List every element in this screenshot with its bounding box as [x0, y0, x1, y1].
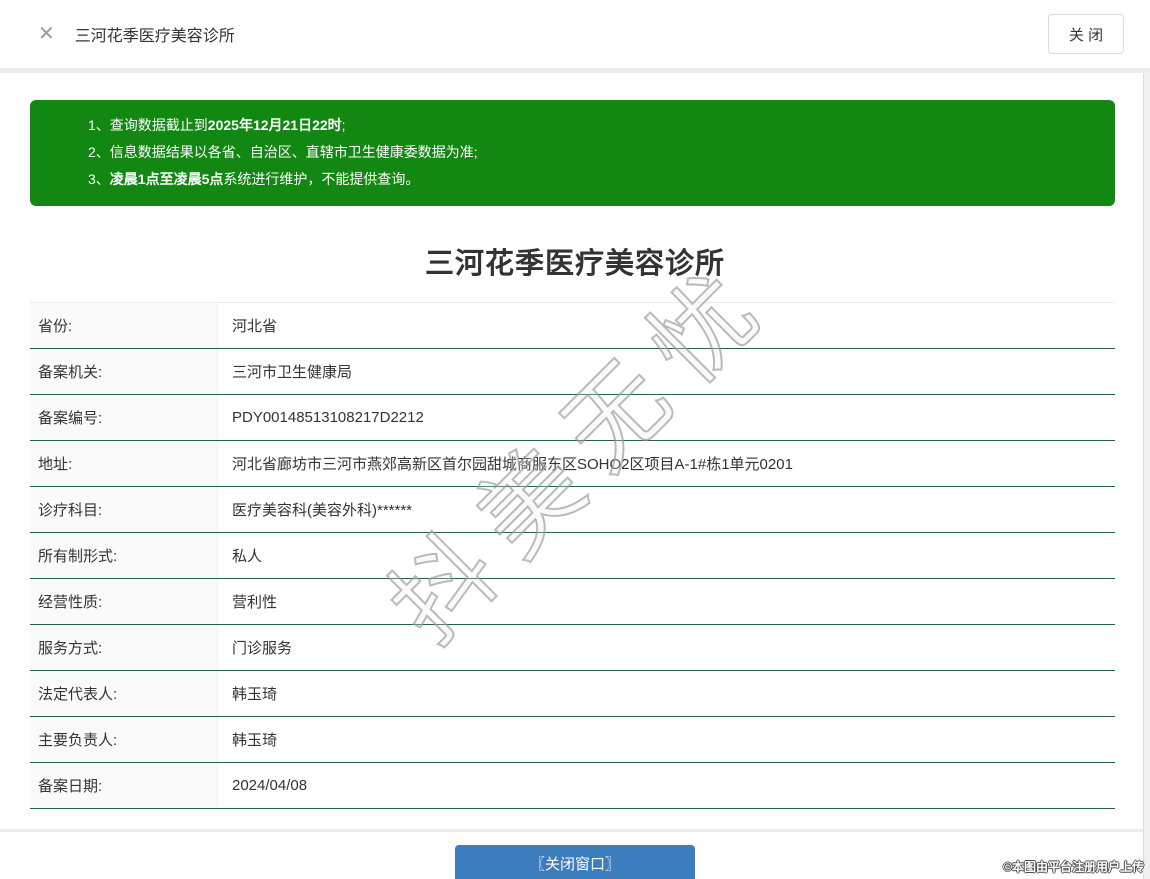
notice-text: 2、信息数据结果以各省、自治区、直辖市卫生健康委数据为准;	[88, 144, 478, 160]
row-label: 地址:	[30, 441, 218, 486]
notice-line-1: 1、查询数据截止到2025年12月21日22时;	[30, 112, 1115, 139]
row-value: 韩玉琦	[232, 732, 278, 749]
page-title: 三河花季医疗美容诊所	[424, 248, 725, 280]
table-row: 备案机关: 三河市卫生健康局	[30, 349, 1115, 395]
header-divider	[0, 68, 1150, 73]
row-value: 门诊服务	[232, 640, 293, 657]
row-value: 营利性	[232, 594, 278, 611]
table-row: 法定代表人: 韩玉琦	[30, 671, 1115, 717]
notice-line-2: 2、信息数据结果以各省、自治区、直辖市卫生健康委数据为准;	[30, 139, 1115, 166]
row-label: 经营性质:	[30, 579, 218, 624]
close-button[interactable]: 关 闭	[1048, 14, 1124, 54]
row-label: 备案日期:	[30, 763, 218, 808]
notice-text: 3、	[88, 171, 110, 187]
notice-text: ;	[341, 117, 346, 133]
row-label: 法定代表人:	[30, 671, 218, 716]
row-value: 河北省	[232, 318, 278, 335]
row-value: 三河市卫生健康局	[232, 364, 353, 381]
table-row: 主要负责人: 韩玉琦	[30, 717, 1115, 763]
notice-text: 系统进行维护，不能提供查询。	[223, 171, 420, 187]
table-row: 经营性质: 营利性	[30, 579, 1115, 625]
close-window-button[interactable]: 〖关闭窗口〗	[455, 845, 695, 879]
row-value: PDY00148513108217D2212	[232, 409, 424, 426]
clinic-info-table: 省份: 河北省 备案机关: 三河市卫生健康局 备案编号: PDY00148513…	[30, 302, 1115, 809]
row-value: 河北省廊坊市三河市燕郊高新区首尔园甜城商服东区SOHO2区项目A-1#栋1单元0…	[232, 456, 793, 473]
notice-banner: 1、查询数据截止到2025年12月21日22时; 2、信息数据结果以各省、自治区…	[30, 100, 1115, 206]
row-label: 服务方式:	[30, 625, 218, 670]
row-value: 2024/04/08	[232, 777, 308, 794]
row-label: 主要负责人:	[30, 717, 218, 762]
notice-bold-text: 凌晨1点至凌晨5点	[109, 171, 224, 187]
table-row: 地址: 河北省廊坊市三河市燕郊高新区首尔园甜城商服东区SOHO2区项目A-1#栋…	[30, 441, 1115, 487]
table-row: 备案编号: PDY00148513108217D2212	[30, 395, 1115, 441]
row-label: 所有制形式:	[30, 533, 218, 578]
scrollbar[interactable]	[1143, 73, 1150, 879]
row-label: 省份:	[30, 303, 218, 348]
row-value: 医疗美容科(美容外科)******	[232, 502, 413, 519]
table-row: 备案日期: 2024/04/08	[30, 763, 1115, 809]
bottom-divider	[0, 829, 1150, 832]
upload-credit-text: ©本图由平台注册用户上传	[1003, 860, 1144, 874]
table-row: 所有制形式: 私人	[30, 533, 1115, 579]
row-label: 备案机关:	[30, 349, 218, 394]
row-value: 私人	[232, 548, 263, 565]
window-header: ✕ 三河花季医疗美容诊所 关 闭	[0, 0, 1150, 68]
notice-line-3: 3、凌晨1点至凌晨5点系统进行维护，不能提供查询。	[30, 166, 1115, 193]
window-title: 三河花季医疗美容诊所	[74, 28, 235, 45]
table-row: 服务方式: 门诊服务	[30, 625, 1115, 671]
row-label: 诊疗科目:	[30, 487, 218, 532]
table-row: 省份: 河北省	[30, 303, 1115, 349]
close-x-icon[interactable]: ✕	[38, 24, 55, 44]
notice-text: 1、查询数据截止到	[88, 117, 208, 133]
row-value: 韩玉琦	[232, 686, 278, 703]
table-row: 诊疗科目: 医疗美容科(美容外科)******	[30, 487, 1115, 533]
notice-bold-text: 2025年12月21日22时	[207, 117, 342, 133]
row-label: 备案编号:	[30, 395, 218, 440]
